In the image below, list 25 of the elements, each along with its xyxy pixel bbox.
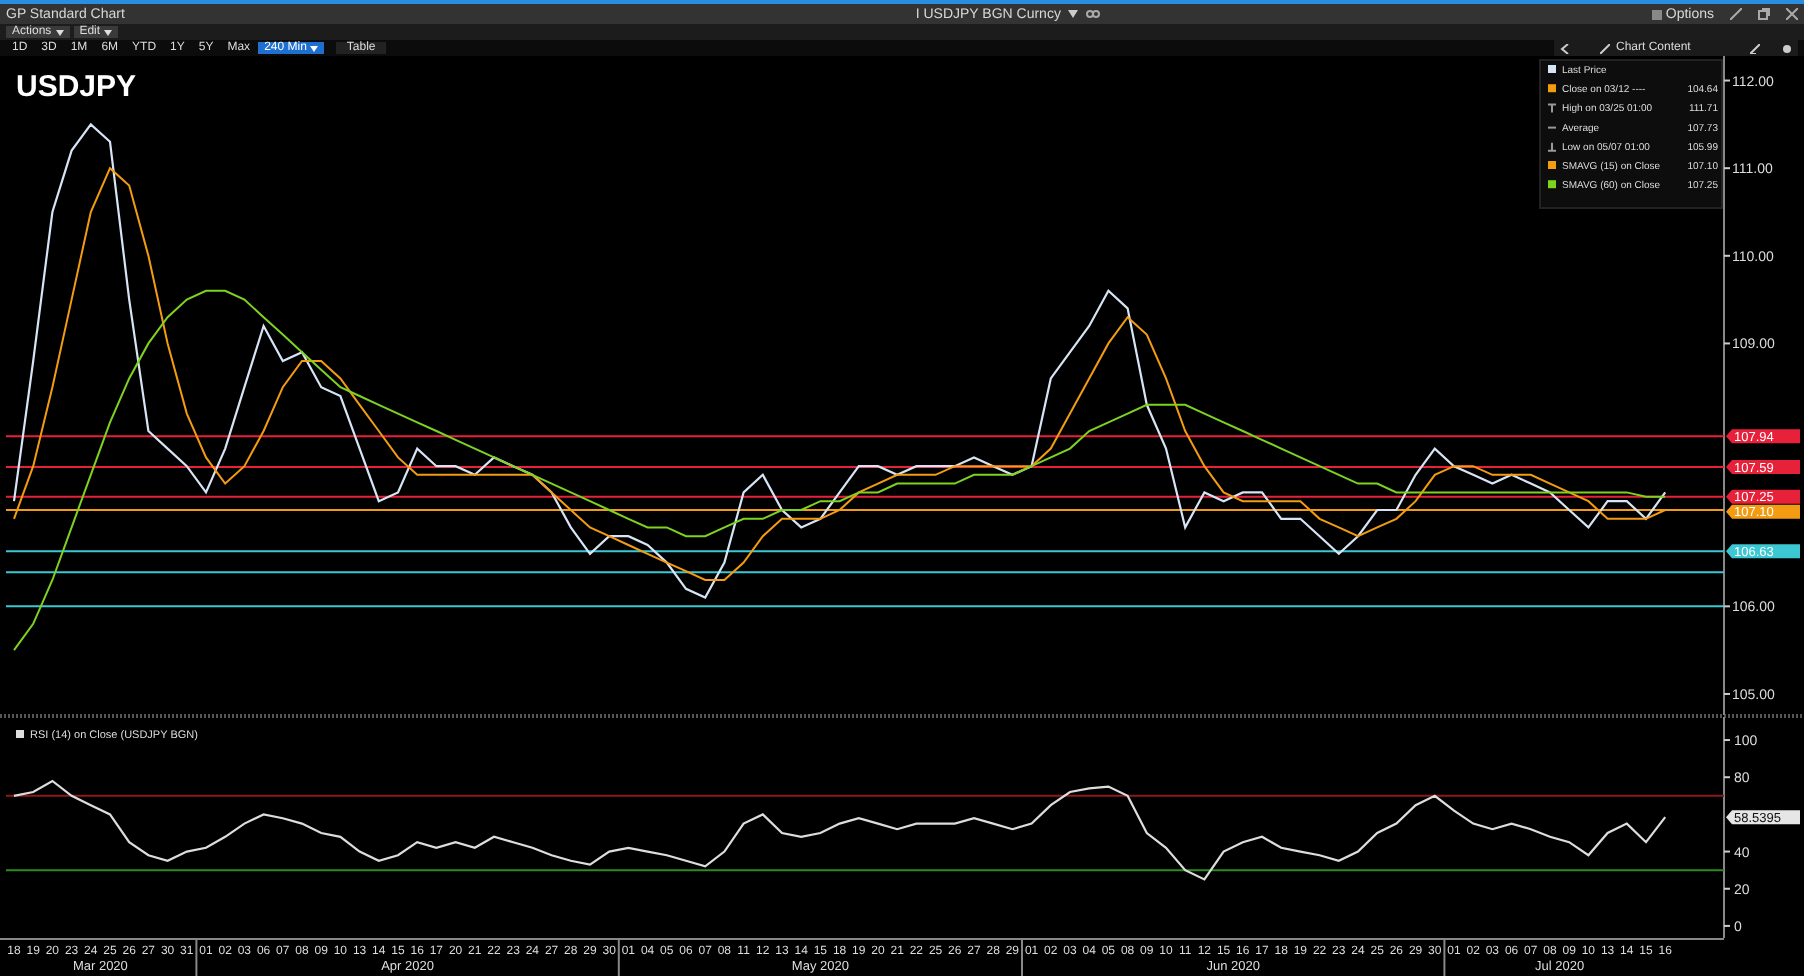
tick-mark xyxy=(1723,79,1731,82)
average-marker-icon xyxy=(1547,126,1557,129)
tick-mark xyxy=(1723,739,1731,742)
edit-icon[interactable] xyxy=(1750,43,1760,53)
tick-mark xyxy=(1723,692,1731,695)
tick-mark xyxy=(1723,254,1731,257)
tick-mark xyxy=(1723,776,1731,779)
tick-mark xyxy=(1723,924,1731,927)
tick-mark xyxy=(1723,850,1731,853)
low-marker-icon xyxy=(1547,141,1557,152)
high-marker-icon xyxy=(1547,103,1557,114)
restore-icon[interactable] xyxy=(1758,8,1770,20)
options-icon[interactable] xyxy=(1651,9,1662,19)
tick-mark xyxy=(1723,167,1731,170)
close-icon[interactable] xyxy=(1786,8,1798,20)
caret-icon[interactable] xyxy=(1068,10,1079,18)
link-icon[interactable] xyxy=(1086,10,1101,18)
caret-icon xyxy=(55,29,64,35)
tick-mark xyxy=(1723,605,1731,608)
tick-mark xyxy=(1723,342,1731,345)
chart-title: USDJPY xyxy=(16,70,137,104)
collapse-icon[interactable] xyxy=(1560,43,1570,53)
caret-icon xyxy=(310,45,319,51)
tick-mark xyxy=(1723,887,1731,890)
caret-icon xyxy=(104,29,113,35)
